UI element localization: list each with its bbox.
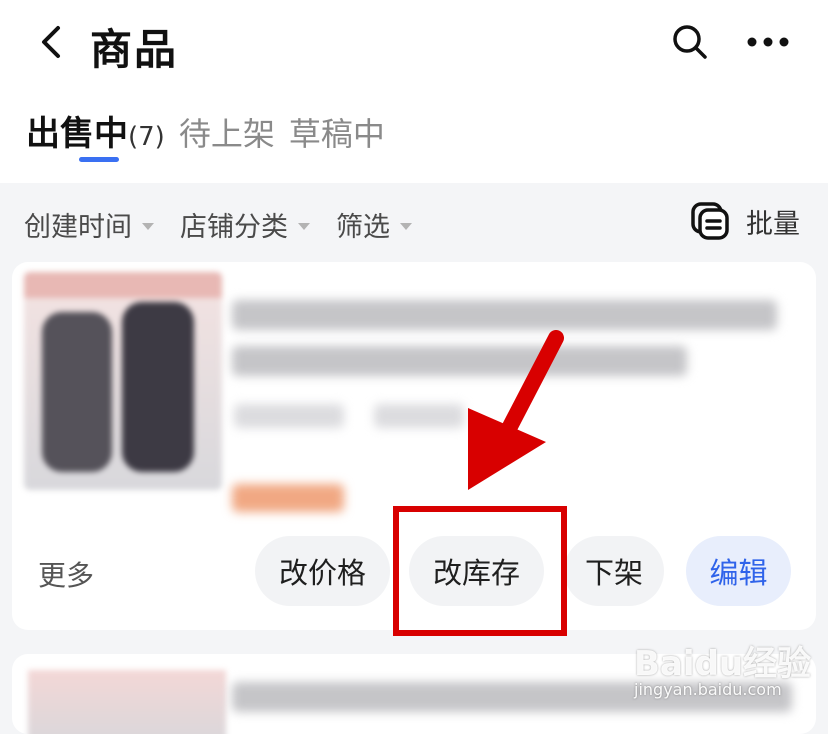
status-tabs: 出售中 (7) 待上架 草稿中: [26, 106, 399, 155]
filter-store-category[interactable]: 店铺分类: [180, 205, 310, 244]
filter-screen-label: 筛选: [336, 212, 390, 243]
filter-screen[interactable]: 筛选: [336, 205, 412, 244]
delist-button[interactable]: 下架: [564, 536, 664, 606]
change-price-button[interactable]: 改价格: [255, 536, 390, 606]
search-icon: [673, 25, 707, 59]
caret-down-icon: [142, 223, 154, 230]
product-meta-blurred: [234, 404, 344, 428]
filter-created-time-label: 创建时间: [24, 212, 132, 243]
product-image[interactable]: [24, 272, 222, 490]
batch-label: 批量: [746, 208, 800, 240]
tab-on-sale-count: (7): [128, 122, 165, 152]
product-title-blurred: [232, 300, 777, 330]
caret-down-icon: [400, 223, 412, 230]
filter-created-time[interactable]: 创建时间: [24, 205, 154, 244]
product-price-blurred: [232, 484, 344, 512]
tab-drafts[interactable]: 草稿中: [289, 109, 385, 155]
search-button[interactable]: [670, 22, 710, 62]
filter-store-category-label: 店铺分类: [180, 212, 288, 243]
tab-on-sale[interactable]: 出售中: [26, 106, 128, 155]
watermark-url: jingyan.baidu.com: [634, 680, 782, 699]
chevron-left-icon: [42, 26, 60, 58]
more-options-button[interactable]: [744, 30, 792, 54]
product-image[interactable]: [28, 670, 226, 734]
edit-button[interactable]: 编辑: [686, 536, 791, 606]
more-actions-link[interactable]: 更多: [38, 554, 94, 594]
annotation-arrow-icon: [468, 330, 564, 490]
active-tab-indicator: [79, 157, 119, 162]
filter-bar: 创建时间 店铺分类 筛选 批量: [0, 183, 828, 260]
back-button[interactable]: [36, 24, 72, 60]
caret-down-icon: [298, 223, 310, 230]
page-title: 商品: [90, 25, 179, 74]
watermark-logo: Baidu经验: [634, 644, 812, 684]
more-dots-icon: [747, 37, 789, 47]
tab-pending[interactable]: 待上架: [179, 109, 275, 155]
batch-icon: [691, 202, 729, 240]
baidu-jingyan-watermark: Baidu经验 jingyan.baidu.com: [634, 630, 820, 702]
annotation-highlight-box: [393, 506, 567, 636]
top-bar: 商品 出售中 (7) 待上架 草稿中: [0, 0, 828, 183]
batch-button[interactable]: 批量: [690, 201, 800, 241]
